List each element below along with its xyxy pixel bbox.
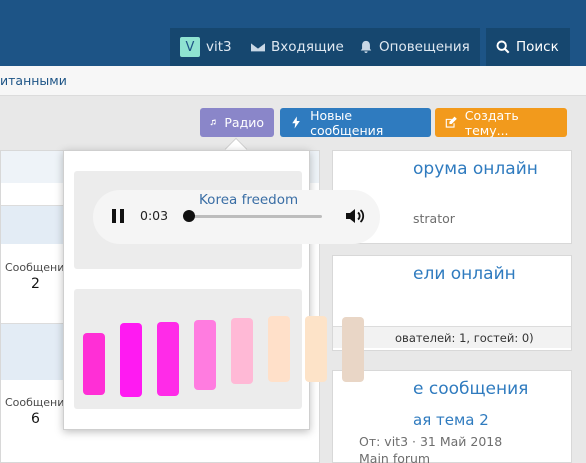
edit-icon (445, 116, 457, 128)
top-header: V vit3 Входящие Оповещения Поиск (0, 0, 586, 66)
staff-online-member: strator (413, 211, 455, 226)
radio-button[interactable]: Радио (200, 108, 274, 137)
progress-track[interactable] (189, 215, 322, 218)
latest-post-title[interactable]: ая тема 2 (413, 411, 489, 429)
pause-icon[interactable] (112, 209, 126, 223)
color-swatch (342, 317, 364, 382)
visualizer-container (74, 289, 364, 409)
new-posts-button[interactable]: Новые сообщения (280, 107, 431, 138)
color-swatch (268, 316, 290, 382)
color-swatch (194, 320, 216, 390)
user-avatar: V (180, 37, 200, 57)
color-swatch (120, 323, 142, 397)
messages-count-value: 2 (31, 276, 40, 292)
latest-post-forum[interactable]: Main forum (359, 451, 430, 463)
search-link[interactable]: Поиск (486, 28, 570, 66)
latest-posts-widget: е сообщения ая тема 2 От: vit3 · 31 Май … (332, 370, 572, 463)
color-swatch (157, 322, 179, 396)
create-topic-button[interactable]: Создать тему... (435, 107, 567, 138)
music-note-icon (210, 119, 216, 126)
user-menu[interactable]: V vit3 (170, 28, 242, 66)
members-online-title[interactable]: ели онлайн (413, 264, 516, 284)
search-label: Поиск (516, 39, 559, 55)
lightning-icon (292, 116, 300, 129)
inbox-label: Входящие (271, 39, 344, 55)
latest-posts-title[interactable]: е сообщения (413, 379, 528, 399)
members-online-footer: ователей: 1, гостей: 0) (333, 326, 571, 348)
color-swatch (83, 333, 105, 395)
bell-icon (359, 40, 373, 54)
sub-navigation: итанными (0, 66, 586, 96)
color-swatch (231, 318, 253, 384)
messages-count-label: Сообщени (5, 396, 65, 409)
radio-button-label: Радио (224, 115, 264, 130)
create-topic-label: Создать тему... (464, 107, 519, 138)
elapsed-time: 0:03 (140, 208, 169, 223)
staff-online-title[interactable]: орума онлайн (413, 159, 538, 179)
latest-post-meta: От: vit3 · 31 Май 2018 (359, 434, 503, 449)
track-title: Korea freedom (199, 192, 299, 208)
mark-read-link[interactable]: итанными (0, 73, 67, 88)
new-posts-label: Новые сообщения (310, 107, 384, 138)
messages-count-label: Сообщени (5, 261, 65, 274)
search-icon (496, 40, 510, 54)
messages-count-value: 6 (31, 411, 40, 427)
inbox-link[interactable]: Входящие (241, 28, 354, 66)
alerts-label: Оповещения (379, 39, 470, 55)
envelope-icon (251, 40, 265, 54)
members-online-widget: ели онлайн ователей: 1, гостей: 0) (332, 255, 572, 351)
alerts-link[interactable]: Оповещения (349, 28, 480, 66)
color-swatch (305, 316, 327, 382)
progress-handle[interactable] (183, 210, 195, 222)
volume-icon[interactable] (345, 207, 367, 225)
username: vit3 (206, 39, 232, 55)
